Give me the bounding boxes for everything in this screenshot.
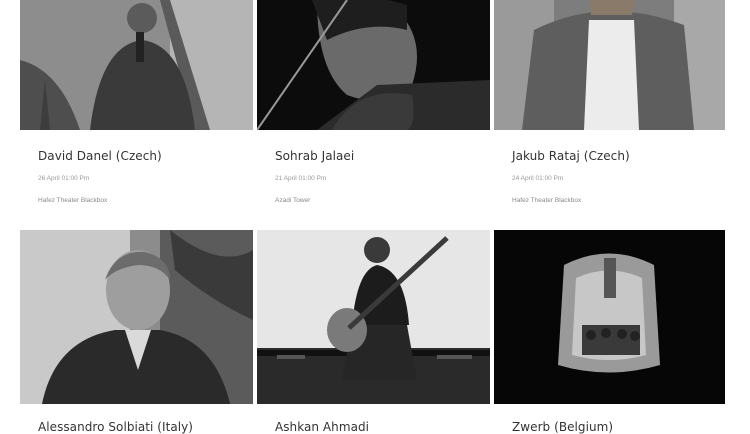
- event-venue: Hafez Theater Blackbox: [512, 197, 582, 204]
- event-title[interactable]: Sohrab Jalaei: [275, 149, 354, 163]
- event-photo[interactable]: [20, 230, 253, 404]
- event-title[interactable]: David Danel (Czech): [38, 149, 162, 163]
- event-title[interactable]: Alessandro Solbiati (Italy): [38, 420, 193, 434]
- event-venue: Azadi Tower: [275, 197, 311, 204]
- event-photo[interactable]: [20, 0, 253, 130]
- event-title[interactable]: Ashkan Ahmadi: [275, 420, 369, 434]
- event-photo[interactable]: [257, 230, 490, 404]
- event-date: 26 April 01:00 Pm: [38, 175, 90, 182]
- event-photo[interactable]: [494, 230, 725, 404]
- event-title[interactable]: Zwerb (Belgium): [512, 420, 613, 434]
- event-photo[interactable]: [257, 0, 490, 130]
- event-date: 21 April 01:00 Pm: [275, 175, 327, 182]
- event-photo[interactable]: [494, 0, 725, 130]
- event-title[interactable]: Jakub Rataj (Czech): [512, 149, 630, 163]
- event-venue: Hafez Theater Blackbox: [38, 197, 108, 204]
- event-date: 24 April 01:00 Pm: [512, 175, 564, 182]
